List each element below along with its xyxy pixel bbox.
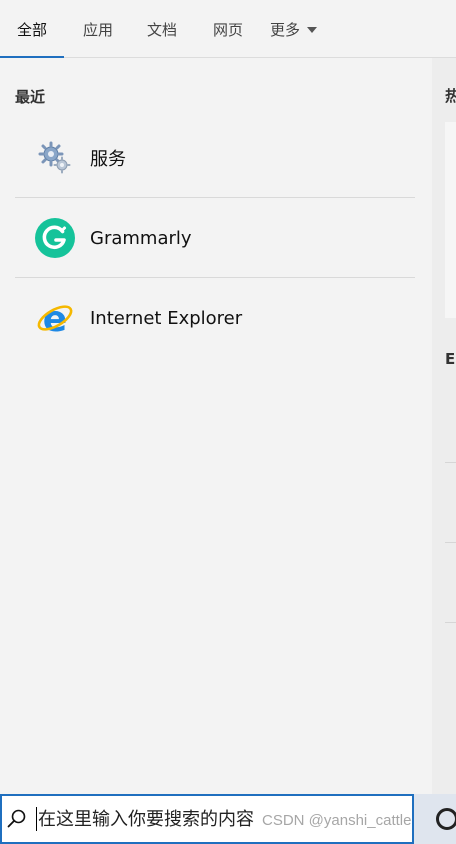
recent-section-title: 最近 xyxy=(15,88,46,106)
tab-web-label: 网页 xyxy=(212,20,243,39)
chevron-down-icon xyxy=(307,27,318,33)
preview-subheading: E xyxy=(445,350,456,368)
results-pane: 最近 服务 Grammarly e Internet Explorer xyxy=(0,58,432,794)
tab-apps-label: 应用 xyxy=(82,20,113,39)
search-icon xyxy=(2,796,32,842)
recent-item-grammarly[interactable]: Grammarly xyxy=(15,198,415,278)
recent-item-label: 服务 xyxy=(90,149,126,170)
recent-item-label: Internet Explorer xyxy=(90,307,243,329)
tab-web[interactable]: 网页 xyxy=(202,0,254,58)
tab-all-label: 全部 xyxy=(16,20,47,39)
tab-all[interactable]: 全部 xyxy=(0,0,64,59)
cortana-circle-icon[interactable] xyxy=(436,808,456,830)
tab-documents[interactable]: 文档 xyxy=(136,0,188,58)
preview-heading: 热 xyxy=(445,87,456,105)
divider xyxy=(445,622,456,623)
recent-item-services[interactable]: 服务 xyxy=(15,118,415,198)
internet-explorer-icon: e xyxy=(33,296,77,340)
recent-item-label: Grammarly xyxy=(90,227,192,249)
recent-item-internet-explorer[interactable]: e Internet Explorer xyxy=(15,278,415,358)
tab-documents-label: 文档 xyxy=(146,20,177,39)
preview-pane: 热 E xyxy=(432,58,456,794)
divider xyxy=(445,542,456,543)
tab-more-label: 更多 xyxy=(270,20,301,39)
services-gear-icon xyxy=(33,136,77,180)
tab-more-dropdown[interactable]: 更多 xyxy=(270,0,336,58)
svg-text:e: e xyxy=(43,299,67,338)
search-scope-tabbar: 全部 应用 文档 网页 更多 xyxy=(0,0,456,59)
taskbar-area xyxy=(414,794,456,844)
grammarly-icon xyxy=(33,216,77,260)
taskbar-search-box[interactable] xyxy=(0,794,414,844)
search-input[interactable] xyxy=(37,808,397,830)
tab-apps[interactable]: 应用 xyxy=(72,0,124,58)
preview-card[interactable] xyxy=(445,122,456,318)
divider xyxy=(445,462,456,463)
